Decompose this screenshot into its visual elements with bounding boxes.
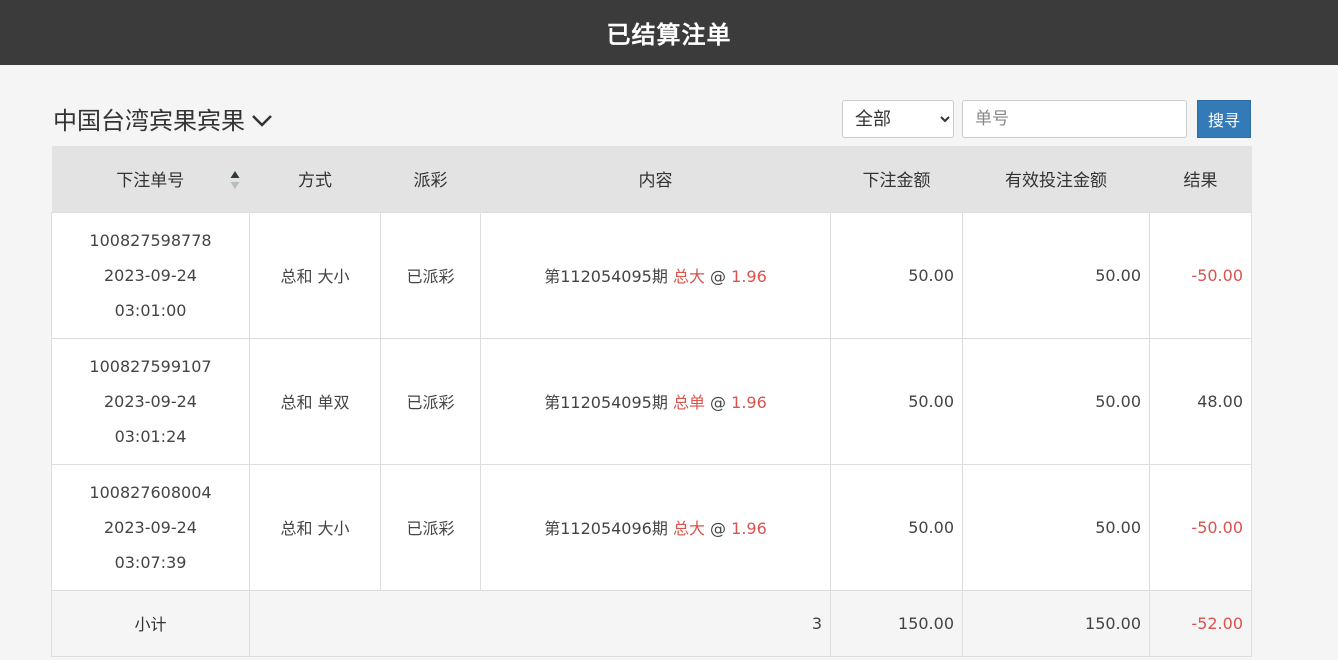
pick-text: 总大 bbox=[672, 267, 705, 286]
column-header-bet-amount: 下注金额 bbox=[830, 146, 963, 212]
bet-amount-cell: 50.00 bbox=[830, 463, 963, 591]
valid-amount-cell: 50.00 bbox=[962, 463, 1150, 591]
column-header-result: 结果 bbox=[1149, 146, 1252, 212]
column-header-payout: 派彩 bbox=[380, 146, 481, 212]
table-row: 100827608004 2023-09-24 03:07:39 总和 大小 已… bbox=[51, 463, 1252, 591]
odds-text: 1.96 bbox=[731, 267, 767, 286]
order-cell: 100827598778 2023-09-24 03:01:00 bbox=[51, 211, 250, 339]
at-sign: @ bbox=[710, 519, 727, 538]
game-name: 中国台湾宾果宾果 bbox=[53, 107, 245, 135]
content-cell: 第112054095期 总单 @ 1.96 bbox=[480, 337, 831, 465]
order-cell: 100827599107 2023-09-24 03:01:24 bbox=[51, 337, 250, 465]
order-number: 100827598778 bbox=[89, 230, 212, 250]
bet-amount-cell: 50.00 bbox=[830, 211, 963, 339]
payout-cell: 已派彩 bbox=[380, 211, 481, 339]
column-header-content: 内容 bbox=[480, 146, 831, 212]
odds-text: 1.96 bbox=[731, 519, 767, 538]
payout-cell: 已派彩 bbox=[380, 337, 481, 465]
period-text: 第112054095期 bbox=[544, 267, 668, 286]
subtotal-valid-amount: 150.00 bbox=[962, 589, 1150, 657]
pick-text: 总大 bbox=[672, 519, 705, 538]
subtotal-row: 小计 3 150.00 150.00 -52.00 bbox=[51, 589, 1252, 657]
order-date: 2023-09-24 bbox=[104, 517, 197, 537]
order-date: 2023-09-24 bbox=[104, 265, 197, 285]
order-number: 100827599107 bbox=[89, 356, 212, 376]
top-bar: 已结算注单 bbox=[0, 0, 1338, 65]
valid-amount-cell: 50.00 bbox=[962, 337, 1150, 465]
content-cell: 第112054096期 总大 @ 1.96 bbox=[480, 463, 831, 591]
payout-cell: 已派彩 bbox=[380, 463, 481, 591]
subtotal-bet-amount: 150.00 bbox=[830, 589, 963, 657]
order-time: 03:01:00 bbox=[114, 300, 187, 320]
period-text: 第112054096期 bbox=[544, 519, 668, 538]
odds-text: 1.96 bbox=[731, 393, 767, 412]
result-cell: -50.00 bbox=[1149, 463, 1252, 591]
chevron-down-icon bbox=[252, 114, 272, 127]
table-row: 100827599107 2023-09-24 03:01:24 总和 单双 已… bbox=[51, 337, 1252, 465]
column-header-order-no[interactable]: 下注单号 bbox=[51, 146, 250, 212]
valid-amount-cell: 50.00 bbox=[962, 211, 1150, 339]
method-cell: 总和 单双 bbox=[249, 337, 381, 465]
status-filter-select[interactable]: 全部 bbox=[842, 100, 954, 138]
game-selector[interactable]: 中国台湾宾果宾果 bbox=[53, 101, 273, 136]
subtotal-count: 3 bbox=[249, 589, 831, 657]
bet-amount-cell: 50.00 bbox=[830, 337, 963, 465]
order-cell: 100827608004 2023-09-24 03:07:39 bbox=[51, 463, 250, 591]
toolbar: 中国台湾宾果宾果 全部 搜寻 bbox=[51, 97, 1251, 145]
table-header-row: 下注单号 方式 派彩 内容 下注金额 有效投注金额 结果 bbox=[51, 146, 1252, 212]
subtotal-result: -52.00 bbox=[1149, 589, 1252, 657]
bets-table: 下注单号 方式 派彩 内容 下注金额 有效投注金额 结果 10082759877… bbox=[51, 146, 1252, 657]
order-time: 03:07:39 bbox=[114, 552, 187, 572]
method-cell: 总和 大小 bbox=[249, 463, 381, 591]
method-cell: 总和 大小 bbox=[249, 211, 381, 339]
table-row: 100827598778 2023-09-24 03:01:00 总和 大小 已… bbox=[51, 211, 1252, 339]
pick-text: 总单 bbox=[672, 393, 705, 412]
result-cell: -50.00 bbox=[1149, 211, 1252, 339]
at-sign: @ bbox=[710, 393, 727, 412]
sort-icon[interactable] bbox=[230, 170, 240, 190]
result-cell: 48.00 bbox=[1149, 337, 1252, 465]
content-cell: 第112054095期 总大 @ 1.96 bbox=[480, 211, 831, 339]
column-header-method: 方式 bbox=[249, 146, 381, 212]
subtotal-label: 小计 bbox=[51, 589, 250, 657]
main-panel: 中国台湾宾果宾果 全部 搜寻 下注单号 bbox=[51, 97, 1252, 657]
order-number: 100827608004 bbox=[89, 482, 212, 502]
page-title: 已结算注单 bbox=[606, 21, 732, 49]
order-date: 2023-09-24 bbox=[104, 391, 197, 411]
column-header-valid-amount: 有效投注金额 bbox=[962, 146, 1150, 212]
period-text: 第112054095期 bbox=[544, 393, 668, 412]
order-time: 03:01:24 bbox=[114, 426, 187, 446]
at-sign: @ bbox=[710, 267, 727, 286]
order-number-input[interactable] bbox=[962, 100, 1187, 138]
search-button[interactable]: 搜寻 bbox=[1197, 100, 1251, 138]
